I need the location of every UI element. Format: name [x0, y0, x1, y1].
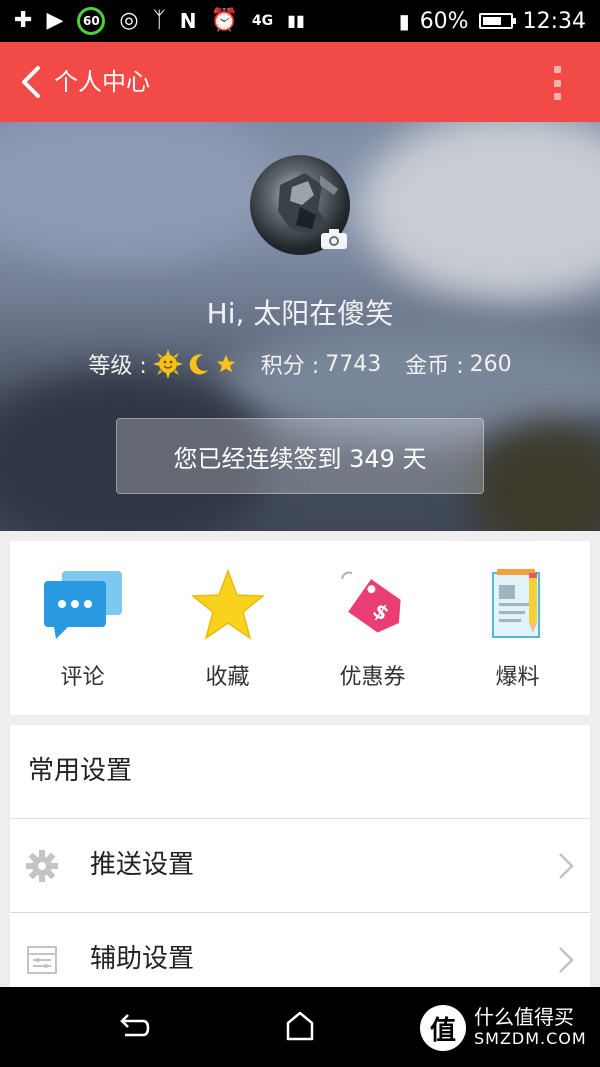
star-icon: [190, 569, 265, 640]
app-bar: 个人中心: [0, 42, 600, 122]
status-badge: 60: [77, 7, 106, 35]
watermark-logo: 值: [420, 1005, 466, 1051]
signin-button[interactable]: 您已经连续签到 349 天: [116, 418, 484, 494]
action-comment[interactable]: 评论: [10, 541, 155, 715]
back-nav-button[interactable]: [115, 1011, 151, 1043]
bluetooth-icon: ᛉ: [152, 8, 166, 33]
star-level-icon: [216, 354, 235, 373]
sliders-icon: [27, 946, 57, 974]
more-menu-button[interactable]: [554, 66, 562, 100]
action-favorites[interactable]: 收藏: [155, 541, 300, 715]
greeting: Hi, 太阳在傻笑: [206, 297, 394, 330]
coupon-icon: $: [340, 571, 401, 633]
comment-icon: [43, 571, 122, 639]
page-title: 个人中心: [54, 68, 150, 96]
user-stats: 等级 : 积分 : 7743 金币 : 260: [0, 348, 600, 380]
action-report[interactable]: 爆料: [445, 541, 590, 715]
chevron-left-icon: [22, 66, 40, 98]
level-badges: [152, 349, 237, 379]
more-icon: [554, 66, 561, 73]
settings-card: 常用设置 推送设置 辅助设置: [10, 725, 590, 987]
action-label: 收藏: [205, 665, 250, 690]
nfc-icon: N: [179, 9, 197, 33]
report-icon: [491, 569, 540, 638]
clock: 12:34: [522, 8, 586, 34]
points-value: 7743: [325, 351, 382, 377]
chevron-right-icon: [559, 947, 574, 973]
settings-item-push[interactable]: 推送设置: [10, 819, 590, 913]
coins-label: 金币 :: [405, 354, 464, 379]
profile-header: Hi, 太阳在傻笑 等级 : 积分 : 7743 金币: 260 您已经连续签…: [0, 122, 600, 531]
coins-value: 260: [469, 351, 512, 377]
watermark-text: 什么值得买: [474, 1005, 574, 1029]
add-notification-icon: ✚: [14, 8, 33, 33]
level-label: 等级 :: [88, 354, 147, 379]
home-nav-button[interactable]: [284, 1009, 316, 1043]
sim-icon: ▮: [398, 9, 410, 33]
moon-icon: [189, 354, 208, 375]
settings-header: 常用设置: [10, 725, 590, 819]
system-nav-bar: 值 什么值得买 SMZDM.COM: [0, 987, 600, 1067]
battery-icon: [478, 13, 516, 29]
signal-icon: ▮▮: [287, 11, 305, 30]
action-coupons[interactable]: $ 优惠券: [300, 541, 445, 715]
status-bar: ✚ ▶ 60 ◎ ᛉ N ⏰ 4G ▮▮ ▮ 60% 12:34: [0, 0, 600, 42]
action-label: 优惠券: [339, 665, 406, 690]
action-label: 爆料: [495, 665, 540, 690]
alarm-icon: ⏰: [210, 8, 238, 33]
sun-icon: [152, 349, 183, 379]
camera-icon[interactable]: [320, 228, 348, 250]
settings-item-label: 推送设置: [90, 850, 195, 880]
points-label: 积分 :: [260, 354, 320, 379]
back-button[interactable]: [12, 60, 52, 104]
watermark: 值 什么值得买 SMZDM.COM: [420, 999, 590, 1059]
watermark-url: SMZDM.COM: [474, 1029, 587, 1048]
action-label: 评论: [60, 665, 105, 690]
quick-actions: 评论 收藏 $ 优惠券 爆料: [10, 541, 590, 715]
chevron-right-icon: [559, 853, 574, 879]
fire-icon: ◎: [119, 8, 139, 33]
gear-icon: [26, 850, 58, 882]
play-icon: ▶: [46, 8, 64, 33]
battery-percent: 60%: [419, 8, 469, 34]
network-label: 4G: [251, 13, 274, 29]
